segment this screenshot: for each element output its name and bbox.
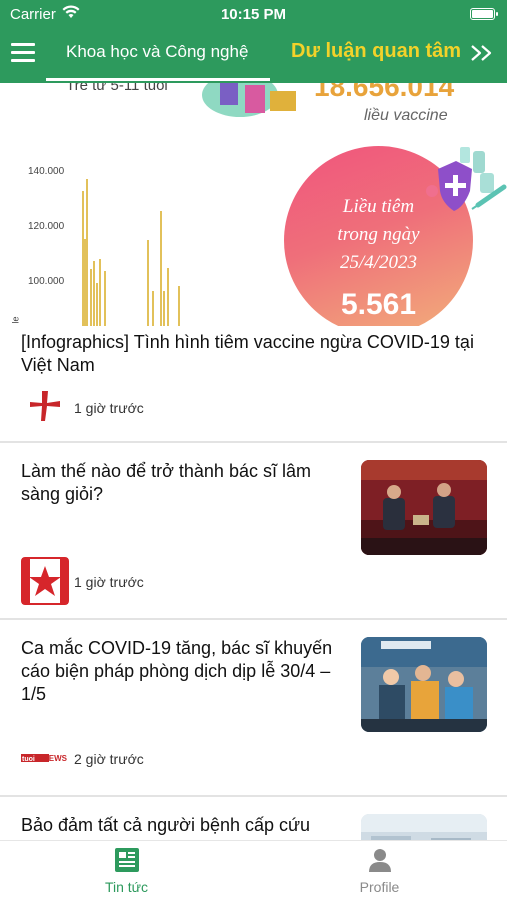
hospital-photo-icon (361, 814, 487, 840)
chart-bar (160, 211, 162, 326)
chart-bar (96, 283, 98, 326)
article-thumbnail (361, 814, 487, 840)
chart-bar (104, 271, 106, 326)
tab-news-label: Tin tức (104, 879, 149, 895)
chart-bar (178, 286, 180, 326)
tab-profile[interactable]: Profile (253, 841, 506, 900)
article-card[interactable]: Ca mắc COVID-19 tăng, bác sĩ khuyến cáo … (0, 620, 507, 797)
newspaper-icon (115, 848, 139, 872)
article-title: [Infographics] Tình hình tiêm vaccine ng… (21, 332, 474, 375)
top-nav: Khoa học và Công nghệ Dư luận quan tâm (0, 30, 507, 81)
status-bar: Carrier 10:15 PM (0, 0, 507, 30)
article-card[interactable]: Làm thế nào để trở thành bác sĩ lâm sàng… (0, 443, 507, 620)
person-icon (369, 849, 391, 872)
article-time: 1 giờ trước (74, 400, 144, 416)
battery-icon (470, 8, 498, 20)
article-time: 1 giờ trước (74, 574, 144, 590)
hamburger-menu-button[interactable] (11, 43, 35, 63)
chart-bar (152, 291, 154, 326)
infographic-image[interactable]: Trẻ từ 5-11 tuổi 18.656.014 liều vaccine… (0, 83, 507, 326)
chart-bar (90, 269, 92, 326)
svg-text:tuoi: tuoi (22, 756, 35, 763)
chart-bar (147, 240, 149, 326)
chart-bar (93, 261, 95, 326)
article-title: Làm thế nào để trở thành bác sĩ lâm sàng… (21, 461, 311, 504)
red-star-logo-icon (21, 557, 69, 605)
hospital-crowd-photo-icon (361, 637, 487, 732)
article-thumbnail (361, 460, 487, 555)
tab-science-technology[interactable]: Khoa học và Công nghệ (66, 42, 248, 62)
chart-bar (82, 191, 84, 326)
tab-public-opinion[interactable]: Dư luận quan tâm (291, 40, 463, 63)
news-feed[interactable]: Trẻ từ 5-11 tuổi 18.656.014 liều vaccine… (0, 83, 507, 840)
svg-text:NEWS: NEWS (43, 754, 68, 763)
conference-photo-icon (361, 460, 487, 555)
vaccine-shield-icon (426, 147, 507, 211)
total-doses-value: 18.656.014 (314, 83, 455, 102)
red-cross-logo-icon (30, 391, 60, 421)
app-header: Carrier 10:15 PM Khoa học và Công nghệ D… (0, 0, 507, 83)
article-title: Bảo đảm tất cả người bệnh cấp cứu (21, 815, 311, 835)
article-card[interactable]: [Infographics] Tình hình tiêm vaccine ng… (0, 326, 507, 443)
chart-bar (86, 179, 88, 326)
daily-doses-bars (82, 179, 180, 326)
tab-selected-indicator (46, 78, 270, 81)
chart-bar (167, 268, 169, 326)
article-time: 2 giờ trước (74, 751, 144, 767)
article-card[interactable]: Bảo đảm tất cả người bệnh cấp cứu (0, 797, 507, 840)
chart-bar (163, 291, 165, 326)
chart-bar (99, 259, 101, 326)
daily-caption-date: 25/4/2023 (339, 252, 418, 273)
article-title: Ca mắc COVID-19 tăng, bác sĩ khuyến cáo … (21, 638, 333, 704)
total-doses-unit: liều vaccine (364, 107, 448, 124)
daily-doses-value: 5.561 (340, 288, 417, 321)
double-chevron-right-icon[interactable] (469, 43, 495, 63)
tab-news[interactable]: Tin tức (0, 841, 253, 900)
news-logo-icon: tuoi NEWS (21, 754, 68, 763)
article-thumbnail (361, 637, 487, 732)
bottom-tab-bar: Tin tức Profile (0, 840, 507, 900)
clock: 10:15 PM (220, 6, 287, 23)
tab-profile-label: Profile (359, 879, 400, 895)
chart-bar (84, 239, 86, 326)
